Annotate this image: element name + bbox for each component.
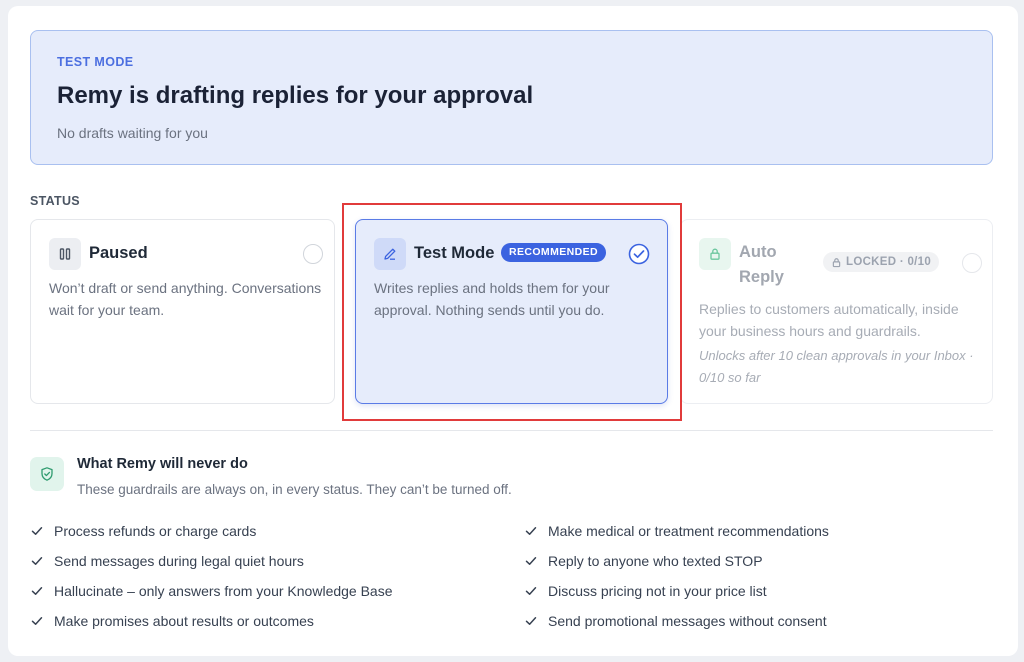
pause-icon (49, 238, 81, 270)
status-panel: TEST MODE Remy is drafting replies for y… (8, 6, 1018, 656)
guardrails-list-right: Make medical or treatment recommendation… (524, 516, 829, 636)
guardrails-subtitle: These guardrails are always on, in every… (77, 482, 512, 497)
check-icon (524, 614, 548, 628)
guardrail-text: Send promotional messages without consen… (548, 613, 827, 629)
guardrails-list-left: Process refunds or charge cards Send mes… (30, 516, 393, 636)
status-option-name: Auto Reply (739, 243, 784, 286)
locked-badge-label: LOCKED · 0/10 (846, 256, 932, 268)
guardrail-text: Hallucinate – only answers from your Kno… (54, 583, 393, 599)
radio-paused[interactable] (303, 244, 323, 264)
guardrail-text: Reply to anyone who texted STOP (548, 553, 763, 569)
lock-icon (699, 238, 731, 270)
guardrail-item: Make promises about results or outcomes (30, 606, 393, 636)
guardrail-item: Make medical or treatment recommendation… (524, 516, 829, 546)
shield-check-icon (30, 457, 64, 491)
guardrail-item: Discuss pricing not in your price list (524, 576, 829, 606)
guardrail-text: Send messages during legal quiet hours (54, 553, 304, 569)
status-option-description: Replies to customers automatically, insi… (699, 301, 959, 339)
lock-small-icon (832, 257, 841, 267)
check-icon (30, 614, 54, 628)
banner-subtitle: No drafts waiting for you (57, 125, 208, 141)
banner-title: Remy is drafting replies for your approv… (57, 82, 534, 109)
locked-badge: LOCKED · 0/10 (823, 252, 940, 272)
banner-eyebrow: TEST MODE (57, 55, 134, 69)
status-option-name: Paused (89, 244, 148, 262)
status-banner: TEST MODE Remy is drafting replies for y… (30, 30, 993, 165)
guardrails-title: What Remy will never do (77, 456, 248, 472)
guardrail-text: Make medical or treatment recommendation… (548, 523, 829, 539)
check-icon (30, 554, 54, 568)
status-option-description: Won’t draft or send anything. Conversati… (49, 280, 322, 318)
check-icon (524, 524, 548, 538)
status-option-auto-reply: Auto Reply LOCKED · 0/10 Replies to cust… (680, 219, 993, 404)
check-icon (30, 524, 54, 538)
section-divider (30, 430, 993, 431)
guardrail-text: Make promises about results or outcomes (54, 613, 314, 629)
guardrail-item: Process refunds or charge cards (30, 516, 393, 546)
check-icon (524, 554, 548, 568)
check-icon (30, 584, 54, 598)
status-section-label: STATUS (30, 194, 80, 208)
guardrail-item: Send messages during legal quiet hours (30, 546, 393, 576)
status-option-paused[interactable]: Paused Won’t draft or send anything. Con… (30, 219, 335, 404)
guardrail-item: Reply to anyone who texted STOP (524, 546, 829, 576)
unlock-note: Unlocks after 10 clean approvals in your… (699, 348, 974, 385)
guardrail-text: Process refunds or charge cards (54, 523, 257, 539)
radio-auto-reply (962, 253, 982, 273)
selection-highlight-box (342, 203, 682, 421)
guardrail-item: Send promotional messages without consen… (524, 606, 829, 636)
guardrail-item: Hallucinate – only answers from your Kno… (30, 576, 393, 606)
guardrail-text: Discuss pricing not in your price list (548, 583, 767, 599)
check-icon (524, 584, 548, 598)
